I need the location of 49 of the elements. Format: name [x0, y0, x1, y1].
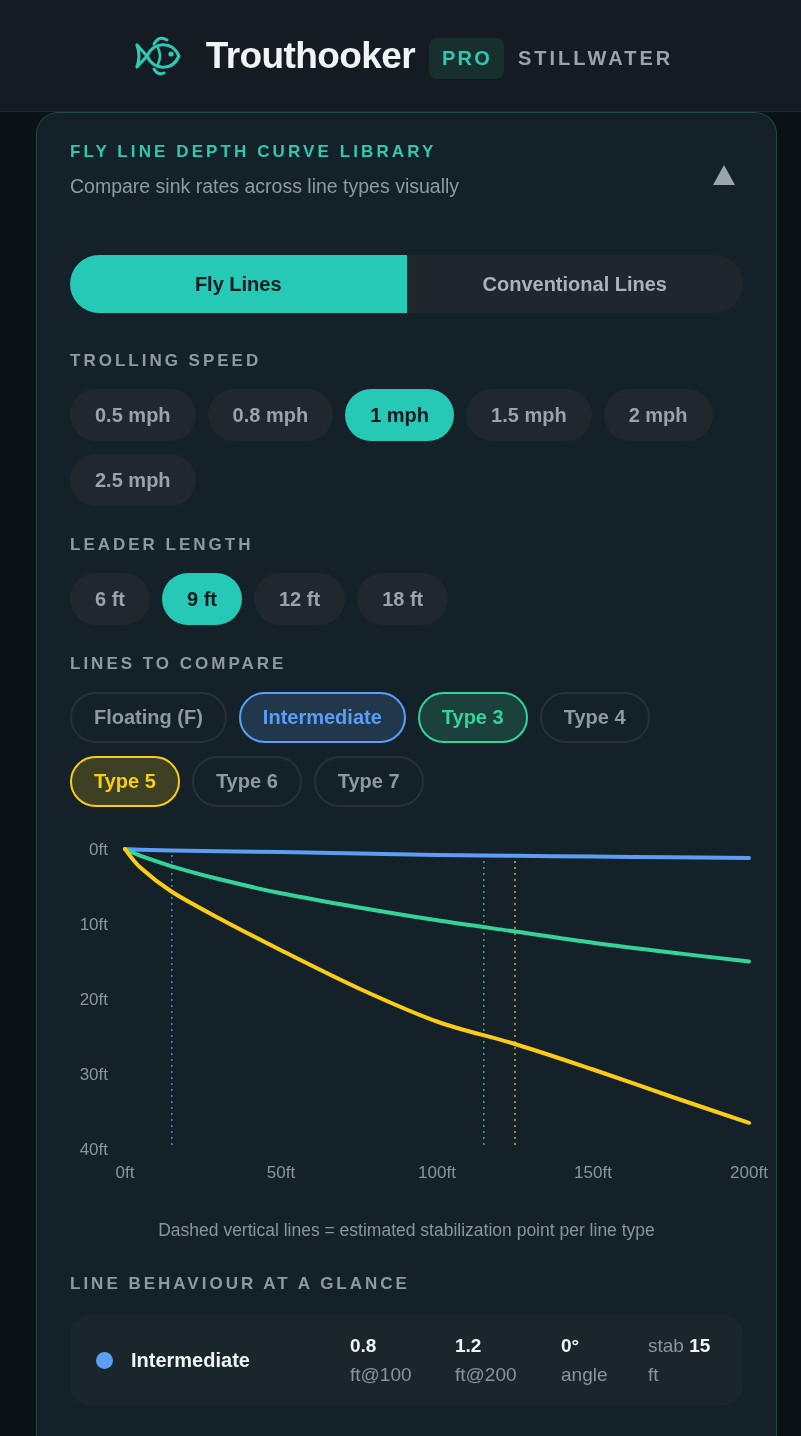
stat-unit: angle	[561, 1362, 608, 1387]
speed-chip[interactable]: 0.8 mph	[207, 389, 334, 441]
y-tick-label: 40ft	[79, 1139, 108, 1159]
x-tick-label: 200ft	[730, 1162, 768, 1182]
stat-unit: ft@200	[455, 1362, 517, 1387]
pro-badge: PRO	[429, 38, 504, 79]
line-chip[interactable]: Intermediate	[238, 692, 406, 743]
line-name: Intermediate	[131, 1348, 250, 1372]
mode-label: STILLWATER	[518, 47, 674, 70]
app-title: Trouthooker	[205, 34, 416, 77]
group-label: TROLLING SPEED	[70, 350, 263, 372]
line-type-tab[interactable]: Conventional Lines	[406, 255, 743, 313]
x-tick-label: 50ft	[266, 1162, 296, 1182]
section-title: FLY LINE DEPTH CURVE LIBRARY	[70, 141, 438, 163]
speed-chip[interactable]: 1.5 mph	[466, 389, 592, 441]
x-tick-label: 0ft	[115, 1162, 135, 1182]
line-chip[interactable]: Type 3	[417, 692, 528, 743]
group-label: LEADER LENGTH	[70, 534, 255, 556]
speed-chip[interactable]: 1 mph	[345, 389, 455, 441]
line-chip[interactable]: Floating (F)	[70, 692, 227, 743]
x-tick-label: 150ft	[574, 1162, 612, 1182]
collapse-icon[interactable]	[713, 164, 735, 185]
stat-value: 1.2	[455, 1333, 482, 1358]
chart-caption: Dashed vertical lines = estimated stabilization point per line type	[157, 1219, 656, 1241]
group-label: LINES TO COMPARE	[70, 653, 288, 675]
line-chip[interactable]: Type 4	[539, 692, 650, 743]
leader-chip[interactable]: 18 ft	[357, 573, 449, 625]
x-tick-label: 100ft	[418, 1162, 456, 1182]
leader-chip[interactable]: 6 ft	[70, 573, 150, 625]
line-chip[interactable]: Type 7	[313, 756, 424, 807]
y-tick-label: 10ft	[79, 914, 108, 934]
y-tick-label: 0ft	[89, 839, 108, 859]
speed-chip[interactable]: 0.5 mph	[70, 389, 196, 441]
leader-chip[interactable]: 9 ft	[162, 573, 242, 625]
stat-value: 0.8	[350, 1333, 377, 1358]
y-tick-label: 30ft	[79, 1064, 108, 1084]
line-chip[interactable]: Type 6	[191, 756, 302, 807]
speed-chip[interactable]: 2.5 mph	[70, 454, 196, 506]
group-label: LINE BEHAVIOUR AT A GLANCE	[70, 1273, 411, 1295]
line-chip[interactable]: Type 5	[70, 756, 180, 807]
stat-value: 0°	[561, 1333, 580, 1358]
section-subtitle: Compare sink rates across line types visually	[70, 174, 460, 198]
stat-unit: ft@100	[350, 1362, 412, 1387]
stat-value: stab 15	[648, 1333, 711, 1358]
leader-chip[interactable]: 12 ft	[254, 573, 346, 625]
speed-chip[interactable]: 2 mph	[603, 389, 713, 441]
line-type-tab[interactable]: Fly Lines	[70, 255, 407, 313]
stat-unit: ft	[648, 1362, 659, 1387]
y-tick-label: 20ft	[79, 989, 108, 1009]
